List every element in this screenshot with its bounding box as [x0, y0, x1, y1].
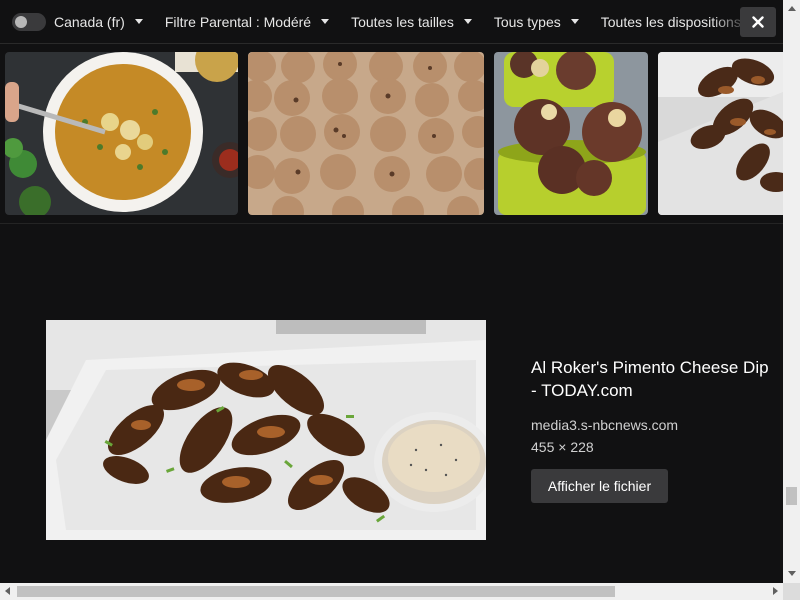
- scroll-down-icon[interactable]: [788, 571, 796, 576]
- scroll-right-icon[interactable]: [773, 587, 778, 595]
- toggle-switch-icon[interactable]: [12, 12, 46, 31]
- vertical-scrollbar[interactable]: [783, 0, 800, 583]
- close-button[interactable]: [740, 7, 776, 37]
- thumbnail-muffins[interactable]: [248, 52, 484, 215]
- result-domain: media3.s-nbcnews.com: [531, 417, 679, 433]
- safe-search-filter-label: Filtre Parental : Modéré: [164, 13, 312, 30]
- chevron-down-icon: [134, 19, 143, 24]
- scroll-left-icon[interactable]: [5, 587, 10, 595]
- chevron-down-icon: [570, 19, 579, 24]
- thumbnail-meatballs[interactable]: [494, 52, 648, 215]
- region-filter[interactable]: Canada (fr): [54, 14, 143, 30]
- chevron-down-icon: [463, 19, 472, 24]
- view-file-button[interactable]: Afficher le fichier: [531, 469, 668, 503]
- preview-image-graphic: [46, 320, 486, 540]
- result-dimensions: 455 × 228: [531, 439, 594, 455]
- thumbnail-image: [658, 52, 783, 215]
- thumbnail-wings[interactable]: [658, 52, 783, 215]
- section-divider: [0, 223, 783, 224]
- scrollbar-corner: [783, 583, 800, 600]
- safe-search-filter[interactable]: Filtre Parental : Modéré: [164, 13, 330, 30]
- size-filter[interactable]: Toutes les tailles: [351, 14, 472, 30]
- type-filter[interactable]: Tous types: [494, 14, 579, 30]
- close-icon: [752, 16, 764, 28]
- scroll-up-icon[interactable]: [788, 6, 796, 11]
- toggle-knob: [15, 15, 27, 28]
- vertical-scroll-thumb[interactable]: [786, 487, 797, 505]
- region-filter-label: Canada (fr): [54, 13, 125, 30]
- thumbnail-image: [248, 52, 484, 215]
- filter-bar: Canada (fr) Filtre Parental : Modéré Tou…: [0, 0, 783, 44]
- horizontal-scroll-thumb[interactable]: [17, 586, 615, 597]
- thumbnail-image: [494, 52, 648, 215]
- thumbnail-soup[interactable]: [5, 52, 238, 215]
- type-filter-label: Tous types: [493, 13, 561, 30]
- image-search-overlay: Canada (fr) Filtre Parental : Modéré Tou…: [0, 0, 800, 600]
- thumbnail-image: [5, 52, 238, 215]
- result-title[interactable]: Al Roker's Pimento Cheese Dip - TODAY.co…: [531, 356, 771, 402]
- preview-image[interactable]: [46, 320, 486, 540]
- chevron-down-icon: [321, 19, 330, 24]
- horizontal-scrollbar[interactable]: [0, 583, 783, 600]
- size-filter-label: Toutes les tailles: [351, 13, 454, 30]
